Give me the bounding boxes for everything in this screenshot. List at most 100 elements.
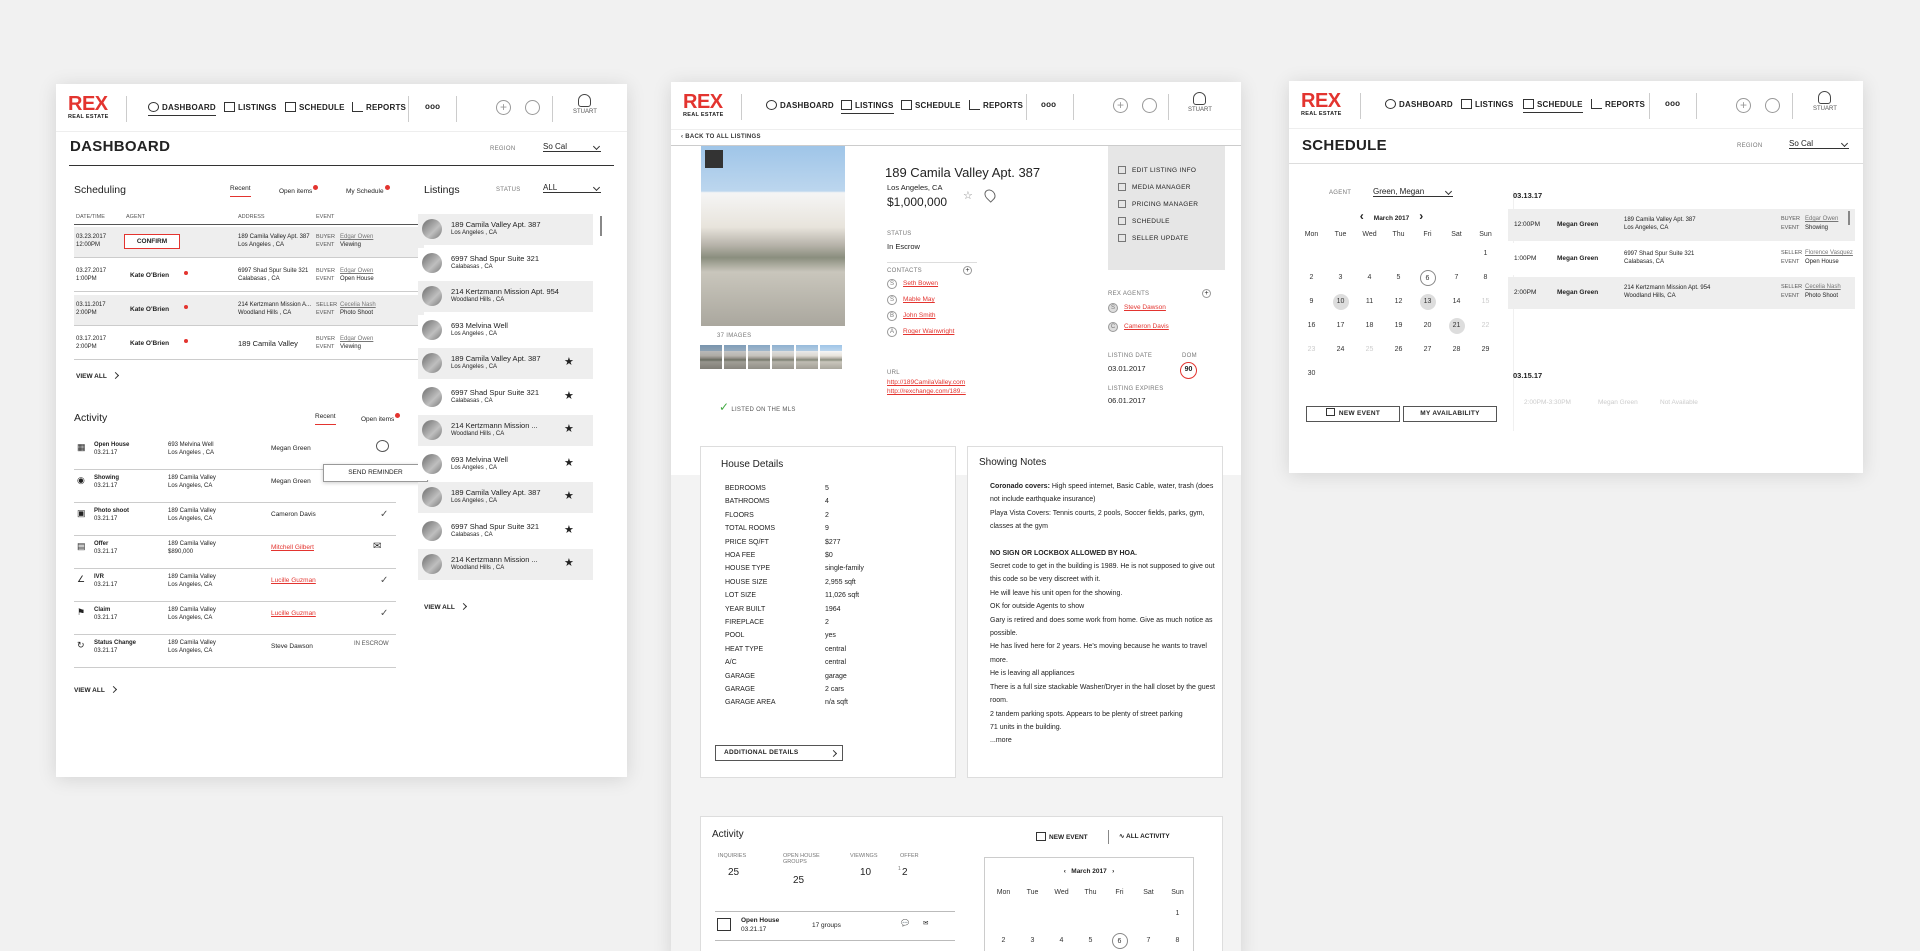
star-icon[interactable]: ★	[564, 556, 574, 569]
tab-recent-activity[interactable]: Recent	[315, 413, 336, 425]
listing-url-1[interactable]: http://189CamilaValley.com	[887, 379, 965, 386]
star-icon[interactable]: ★	[564, 389, 574, 402]
list-item[interactable]: ↻ Status Change 03.21.17 189 Camila Valley L…	[74, 638, 396, 668]
tab-my-schedule[interactable]: My Schedule	[346, 185, 390, 195]
next-month-icon[interactable]: ›	[1107, 868, 1114, 875]
menu-item-update[interactable]: SELLER UPDATE	[1118, 234, 1218, 248]
nav-dashboard[interactable]: DASHBOARD	[766, 100, 834, 110]
listing-url-2[interactable]: http://rexchange.com/189...	[887, 388, 966, 395]
calendar-day[interactable]: 1	[1471, 242, 1500, 266]
calendar-day[interactable]: 23	[1297, 338, 1326, 362]
search-icon[interactable]	[1142, 98, 1157, 113]
listing-item[interactable]: 189 Camila Valley Apt. 387 Los Angeles , …	[418, 348, 593, 379]
calendar-day[interactable]: 1	[1163, 900, 1192, 927]
calendar-day[interactable]: 10	[1326, 290, 1355, 314]
more-menu[interactable]: ooo	[1041, 100, 1056, 109]
rex-logo[interactable]: REX REAL ESTATE	[683, 92, 724, 119]
list-item[interactable]: ∠ IVR 03.21.17 189 Camila Valley Los Angeles…	[74, 572, 396, 602]
listing-item[interactable]: 189 Camila Valley Apt. 387 Los Angeles , …	[418, 482, 593, 513]
new-event-button[interactable]: NEW EVENT	[1036, 832, 1088, 841]
calendar-day[interactable]: 24	[1326, 338, 1355, 362]
calendar-day[interactable]: 27	[1413, 338, 1442, 362]
client-link[interactable]: Edgar Owen	[1805, 216, 1838, 222]
client-link[interactable]: Florence Vasquez	[1805, 250, 1853, 256]
calendar-day[interactable]: 29	[1471, 338, 1500, 362]
activity-row[interactable]: Open House 03.21.17 17 groups 💬 ✉	[715, 911, 955, 941]
email-icon[interactable]: ✉	[373, 541, 381, 552]
nav-reports[interactable]: REPORTS	[1591, 99, 1645, 109]
agent-item[interactable]: C Cameron Davis	[1108, 322, 1218, 336]
listing-item[interactable]: 214 Kertzmann Mission Apt. 954 Woodland H…	[418, 281, 593, 312]
user-menu[interactable]: STUART	[1813, 91, 1837, 112]
nav-dashboard[interactable]: DASHBOARD	[148, 102, 216, 116]
nav-reports[interactable]: REPORTS	[969, 100, 1023, 110]
calendar-day[interactable]: 7	[1442, 266, 1471, 290]
more-menu[interactable]: ooo	[425, 102, 440, 111]
photo-thumbnail[interactable]	[700, 345, 722, 369]
message-icon[interactable]	[376, 440, 389, 452]
event-row[interactable]: 1:00PM Megan Green 6997 Shad Spur Suite 32…	[1508, 243, 1855, 275]
table-row[interactable]: 03.27.2017 1:00PM Kate O'Brien 6997 Shad Sp…	[74, 261, 424, 292]
calendar-day[interactable]: 2	[989, 927, 1018, 951]
calendar-day[interactable]: 4	[1355, 266, 1384, 290]
calendar-day[interactable]: 6	[1413, 266, 1442, 290]
photo-thumbnail[interactable]	[820, 345, 842, 369]
star-icon[interactable]: ★	[564, 422, 574, 435]
calendar-day[interactable]: 28	[1442, 338, 1471, 362]
nav-listings[interactable]: LISTINGS	[224, 102, 277, 112]
status-select[interactable]: ALL	[543, 183, 601, 193]
calendar-day[interactable]: 18	[1355, 314, 1384, 338]
nav-schedule[interactable]: SCHEDULE	[1523, 99, 1583, 113]
nav-reports[interactable]: REPORTS	[352, 102, 406, 112]
listing-item[interactable]: 214 Kertzmann Mission ... Woodland Hills …	[418, 415, 593, 446]
table-row[interactable]: 03.23.2017 12:00PM CONFIRM 189 Camila Valle…	[74, 227, 424, 258]
event-row[interactable]: 2:00PM Megan Green 214 Kertzmann Mission A…	[1508, 277, 1855, 309]
listing-item[interactable]: 693 Melvina Well Los Angeles , CA ★	[418, 448, 593, 480]
new-event-button[interactable]: NEW EVENT	[1306, 406, 1400, 422]
calendar-day[interactable]: 30	[1297, 362, 1326, 386]
listing-item[interactable]: 693 Melvina Well Los Angeles , CA	[418, 314, 593, 346]
tab-open-items[interactable]: Open items	[279, 185, 319, 195]
event-row[interactable]: 12:00PM Megan Green 189 Camila Valley Apt.…	[1508, 209, 1855, 241]
calendar-day[interactable]: 16	[1297, 314, 1326, 338]
next-month-icon[interactable]: ›	[1409, 209, 1423, 223]
photo-thumbnail[interactable]	[772, 345, 794, 369]
nav-listings[interactable]: LISTINGS	[1461, 99, 1514, 109]
nav-schedule[interactable]: SCHEDULE	[901, 100, 961, 110]
region-select[interactable]: So Cal	[1789, 139, 1849, 149]
my-availability-button[interactable]: MY AVAILABILITY	[1403, 406, 1497, 422]
nav-listings[interactable]: LISTINGS	[841, 100, 894, 114]
contact-item[interactable]: A Roger Wainwright	[887, 327, 997, 341]
photo-thumbnail[interactable]	[748, 345, 770, 369]
search-icon[interactable]	[525, 100, 540, 115]
add-icon[interactable]: +	[496, 100, 511, 115]
list-item[interactable]: ▣ Photo shoot 03.21.17 189 Camila Valley Los…	[74, 506, 396, 536]
list-item[interactable]: ▤ Offer 03.21.17 189 Camila Valley $890,000 M…	[74, 539, 396, 569]
menu-item-edit[interactable]: EDIT LISTING INFO	[1118, 166, 1218, 180]
search-icon[interactable]	[1765, 98, 1780, 113]
additional-details-button[interactable]: ADDITIONAL DETAILS	[715, 745, 843, 761]
main-photo[interactable]	[701, 146, 845, 326]
calendar-day[interactable]: 14	[1442, 290, 1471, 314]
table-row[interactable]: 03.17.2017 2:00PM Kate O'Brien 189 Camila V…	[74, 329, 424, 360]
listing-item[interactable]: 6997 Shad Spur Suite 321 Calabasas , CA ★	[418, 515, 593, 547]
agent-select[interactable]: Green, Megan	[1373, 187, 1453, 197]
star-icon[interactable]: ☆	[963, 189, 973, 202]
calendar-day[interactable]: 5	[1384, 266, 1413, 290]
calendar-day[interactable]: 12	[1384, 290, 1413, 314]
star-icon[interactable]: ★	[564, 355, 574, 368]
menu-item-calendar[interactable]: SCHEDULE	[1118, 217, 1218, 231]
client-link[interactable]: Edgar Owen	[340, 336, 373, 342]
listing-item[interactable]: 189 Camila Valley Apt. 387 Los Angeles , …	[418, 214, 593, 245]
more-menu[interactable]: ooo	[1665, 99, 1680, 108]
star-icon[interactable]: ★	[564, 456, 574, 469]
calendar-day[interactable]: 11	[1355, 290, 1384, 314]
back-link[interactable]: ‹ BACK TO ALL LISTINGS	[681, 134, 761, 140]
view-all-scheduling[interactable]: VIEW ALL	[76, 371, 119, 380]
calendar-day[interactable]: 26	[1384, 338, 1413, 362]
calendar-day[interactable]: 2	[1297, 266, 1326, 290]
add-icon[interactable]: +	[1736, 98, 1751, 113]
list-item[interactable]: ⚑ Claim 03.21.17 189 Camila Valley Los Angel…	[74, 605, 396, 635]
calendar-day[interactable]: 22	[1471, 314, 1500, 338]
calendar-day[interactable]: 20	[1413, 314, 1442, 338]
